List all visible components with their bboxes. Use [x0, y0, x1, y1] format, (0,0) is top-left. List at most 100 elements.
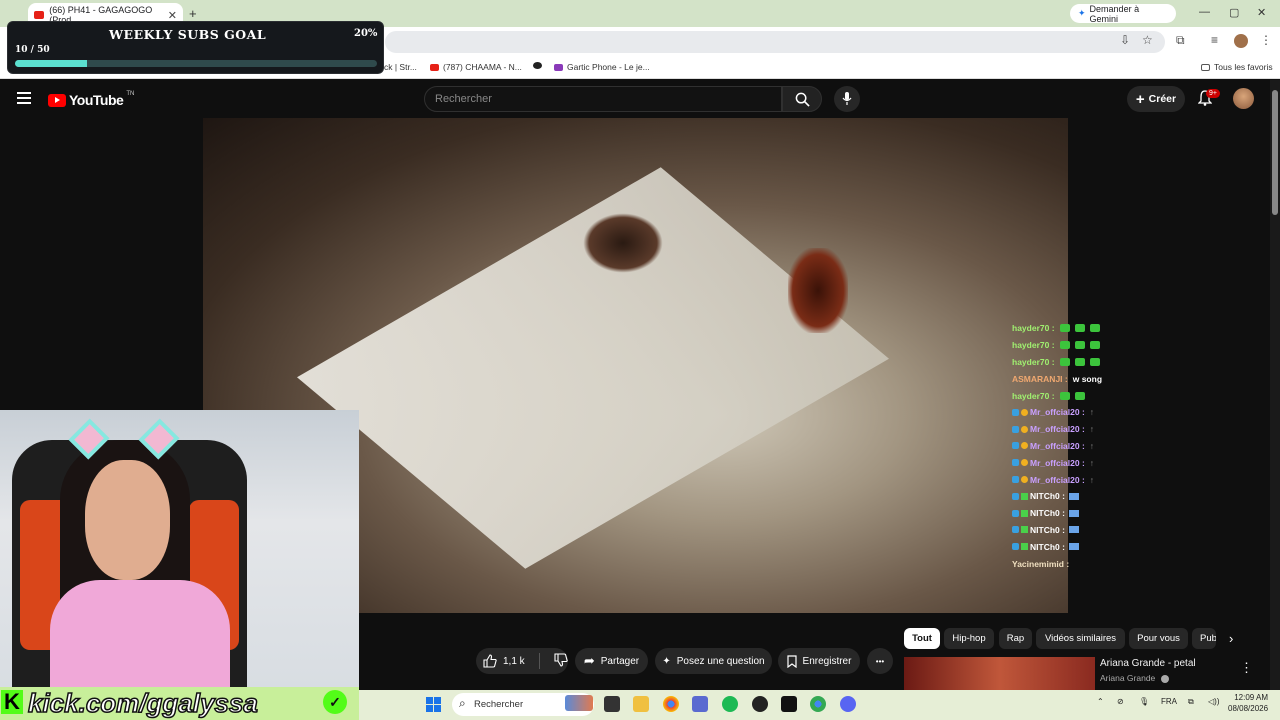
- new-tab-button[interactable]: +: [189, 6, 197, 21]
- chat-username: hayder70 :: [1012, 390, 1055, 401]
- browser-menu-icon[interactable]: ⋮: [1260, 33, 1272, 47]
- chat-badge-icon: [1021, 492, 1028, 500]
- voice-search-button[interactable]: [834, 86, 860, 112]
- chrome-icon[interactable]: [663, 696, 679, 712]
- chip-similar[interactable]: Vidéos similaires: [1036, 628, 1125, 649]
- more-options-icon[interactable]: ⋮: [1240, 660, 1253, 676]
- chat-message: NITCh0 :: [1012, 538, 1192, 555]
- stream-chat-overlay: hayder70 : hayder70 : hayder70 : ASMARANJI …: [1012, 320, 1192, 572]
- chat-emote-icon: ↑: [1089, 457, 1095, 468]
- chevron-right-icon[interactable]: ›: [1229, 631, 1233, 646]
- chat-emote-icon: [1074, 341, 1085, 350]
- chrome-alt-icon[interactable]: [810, 696, 826, 712]
- video-frame-glass: [788, 248, 848, 333]
- bookmark-item[interactable]: [533, 62, 542, 69]
- save-button[interactable]: Enregistrer: [778, 648, 860, 674]
- logo-text: YouTube: [69, 92, 124, 108]
- logo-country: TN: [126, 91, 135, 97]
- streamer-face: [85, 460, 170, 580]
- chip-for-you[interactable]: Pour vous: [1129, 628, 1188, 649]
- recommendation-title[interactable]: Ariana Grande - petal: [1100, 658, 1196, 669]
- install-icon[interactable]: ⇩: [1120, 33, 1130, 47]
- create-button[interactable]: + Créer: [1127, 86, 1185, 112]
- spotify-icon[interactable]: [722, 696, 738, 712]
- profile-avatar[interactable]: [1234, 34, 1248, 48]
- youtube-logo[interactable]: YouTube TN: [48, 91, 135, 108]
- kick-logo-icon: K: [1, 689, 23, 714]
- clock-date: 08/08/2026: [1228, 704, 1269, 713]
- minimize-button[interactable]: —: [1199, 6, 1210, 18]
- recommendation-thumbnail[interactable]: [904, 657, 1095, 690]
- chat-username: Mr_offcial20 :: [1030, 474, 1085, 485]
- search-button[interactable]: [782, 86, 822, 112]
- chip-rap[interactable]: Rap: [999, 628, 1032, 649]
- recommendation-channel[interactable]: Ariana Grande: [1100, 673, 1169, 683]
- more-actions-button[interactable]: •••: [867, 648, 893, 674]
- address-bar[interactable]: [385, 31, 1165, 53]
- bookmark-item[interactable]: Gartic Phone - Le je...: [554, 62, 650, 72]
- thumbs-up-icon: [483, 654, 497, 668]
- network-off-icon[interactable]: ⊘: [1117, 697, 1124, 706]
- dislike-button[interactable]: [554, 652, 568, 670]
- chat-badge-icon: [1012, 526, 1019, 534]
- chat-username: NITCh0 :: [1030, 541, 1065, 552]
- bookmark-star-icon[interactable]: ☆: [1142, 33, 1153, 47]
- share-button[interactable]: ➦ Partager: [575, 648, 648, 674]
- bookmark-item[interactable]: (787) CHAAMA - N...: [430, 62, 522, 72]
- chip-all[interactable]: Tout: [904, 628, 940, 649]
- chip-pub[interactable]: Pub: [1192, 628, 1216, 649]
- keyboard-language[interactable]: FRA: [1161, 697, 1177, 706]
- youtube-play-icon: [48, 93, 66, 107]
- verified-check-icon: ✓: [323, 690, 347, 714]
- chat-message: hayder70 :: [1012, 337, 1192, 354]
- ask-label: Posez une question: [676, 655, 765, 667]
- microphone-icon: [842, 92, 852, 105]
- task-view-icon[interactable]: [604, 696, 620, 712]
- chip-hip-hop[interactable]: Hip-hop: [944, 628, 994, 649]
- chat-badge-icon: [1012, 476, 1019, 484]
- chat-username: NITCh0 :: [1030, 508, 1065, 519]
- chat-emote-icon: [1068, 509, 1079, 517]
- avatar[interactable]: [1233, 88, 1254, 109]
- discord-icon[interactable]: [840, 696, 856, 712]
- chat-message: Mr_offcial20 : ↑: [1012, 438, 1192, 455]
- taskbar-clock[interactable]: 12:09 AM 08/08/2026: [1228, 692, 1268, 714]
- obs-icon[interactable]: [752, 696, 768, 712]
- gemini-button[interactable]: ✦ Demander à Gemini: [1070, 4, 1176, 24]
- notification-badge: 9+: [1206, 89, 1220, 98]
- search-input[interactable]: Rechercher: [424, 86, 782, 112]
- chat-username: Mr_offcial20 :: [1030, 457, 1085, 468]
- media-control-icon[interactable]: ≡: [1211, 33, 1218, 47]
- chat-emote-icon: [1068, 526, 1079, 534]
- tray-chevron-icon[interactable]: ⌃: [1097, 697, 1104, 706]
- chat-message: hayder70 :: [1012, 354, 1192, 371]
- extensions-icon[interactable]: ⧉: [1176, 33, 1185, 48]
- snipping-tool-icon[interactable]: [692, 696, 708, 712]
- verified-icon: [1160, 674, 1169, 683]
- menu-icon[interactable]: [17, 92, 31, 104]
- ask-question-button[interactable]: ✦ Posez une question: [655, 648, 772, 674]
- close-tab-icon[interactable]: ✕: [168, 9, 177, 22]
- volume-icon[interactable]: ◁)): [1208, 697, 1219, 706]
- globe-icon: [533, 62, 542, 69]
- chat-message: NITCh0 :: [1012, 488, 1192, 505]
- chat-badge-icon: [1021, 543, 1028, 551]
- maximize-button[interactable]: ▢: [1229, 6, 1239, 19]
- bookmark-item[interactable]: ck | Str...: [384, 62, 417, 72]
- file-explorer-icon[interactable]: [633, 696, 649, 712]
- like-button[interactable]: 1,1 k: [483, 654, 525, 668]
- chat-badge-icon: [1021, 442, 1028, 450]
- chat-username: Mr_offcial20 :: [1030, 440, 1085, 451]
- scrollbar-thumb[interactable]: [1272, 90, 1278, 215]
- like-dislike-group: 1,1 k: [476, 648, 568, 674]
- terminal-icon[interactable]: [781, 696, 797, 712]
- windows-start-icon[interactable]: [426, 697, 441, 712]
- close-window-button[interactable]: ✕: [1257, 6, 1266, 19]
- microphone-tray-icon[interactable]: 🎙︎: [1139, 697, 1149, 706]
- folder-icon: [1201, 63, 1210, 71]
- bookmark-label: (787) CHAAMA - N...: [443, 62, 522, 72]
- network-icon[interactable]: ⧉: [1188, 697, 1194, 707]
- clock-time: 12:09 AM: [1234, 693, 1269, 702]
- channel-name: Ariana Grande: [1100, 673, 1156, 683]
- all-favorites[interactable]: Tous les favoris: [1201, 62, 1273, 72]
